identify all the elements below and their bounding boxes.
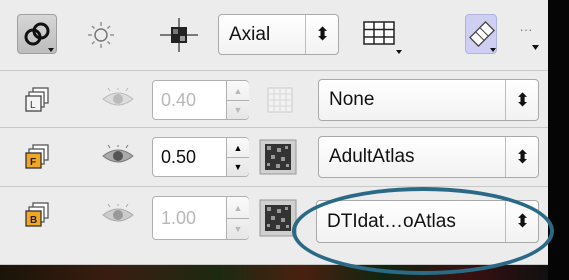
opacity-down-button[interactable]: ▼: [227, 100, 249, 119]
svg-text:B: B: [30, 215, 37, 226]
layer-L-badge-icon[interactable]: L: [24, 86, 52, 114]
opacity-up-button[interactable]: ▲: [227, 197, 249, 219]
blend-select[interactable]: AdultAtlas ⬍: [318, 136, 539, 178]
divider: [0, 186, 548, 187]
more-options-button[interactable]: ···: [511, 22, 541, 52]
chevron-updown-icon: ⬍: [314, 24, 331, 44]
chevron-down-icon: [532, 45, 539, 50]
divider: [0, 127, 548, 128]
more-icon: ···: [519, 22, 533, 37]
opacity-spinbox[interactable]: 1.00 ▲ ▼: [152, 196, 249, 240]
eye-icon[interactable]: [100, 145, 136, 167]
blend-value: None: [329, 89, 375, 110]
highlight-ellipse: [292, 187, 554, 275]
link-views-button[interactable]: [17, 14, 57, 54]
view-orientation-select[interactable]: Axial ⬍: [218, 14, 339, 55]
opacity-down-button[interactable]: ▼: [227, 157, 249, 176]
svg-text:F: F: [30, 157, 36, 168]
opacity-value: 0.40: [161, 89, 197, 110]
opacity-up-button[interactable]: ▲: [227, 138, 249, 158]
opacity-spinbox[interactable]: 0.50 ▲ ▼: [152, 137, 249, 177]
opacity-value: 1.00: [161, 207, 197, 228]
view-orientation-value: Axial: [229, 23, 271, 45]
chevron-updown-icon: ⬍: [514, 89, 531, 110]
blend-value: AdultAtlas: [329, 146, 415, 167]
opacity-spinbox[interactable]: 0.40 ▲ ▼: [152, 80, 249, 120]
eye-icon[interactable]: [100, 88, 136, 110]
opacity-down-button[interactable]: ▼: [227, 218, 249, 239]
link-icon: [24, 22, 54, 52]
tag-tool-button[interactable]: [465, 14, 497, 54]
opacity-up-button[interactable]: ▲: [227, 81, 249, 101]
chevron-updown-icon: ⬍: [514, 146, 531, 167]
svg-text:L: L: [30, 100, 36, 111]
eye-icon[interactable]: [100, 204, 136, 226]
opacity-value: 0.50: [161, 146, 197, 167]
crosshair-icon[interactable]: [160, 18, 198, 52]
layer-F-badge-icon[interactable]: F: [24, 143, 52, 171]
blend-select[interactable]: None ⬍: [318, 79, 539, 121]
grid-layout-icon[interactable]: [362, 20, 406, 56]
checker-icon[interactable]: [266, 86, 294, 114]
texture-thumbnail[interactable]: [259, 139, 297, 175]
layer-B-badge-icon[interactable]: B: [24, 201, 52, 229]
tag-icon: [469, 21, 496, 52]
brightness-icon[interactable]: [84, 20, 118, 50]
